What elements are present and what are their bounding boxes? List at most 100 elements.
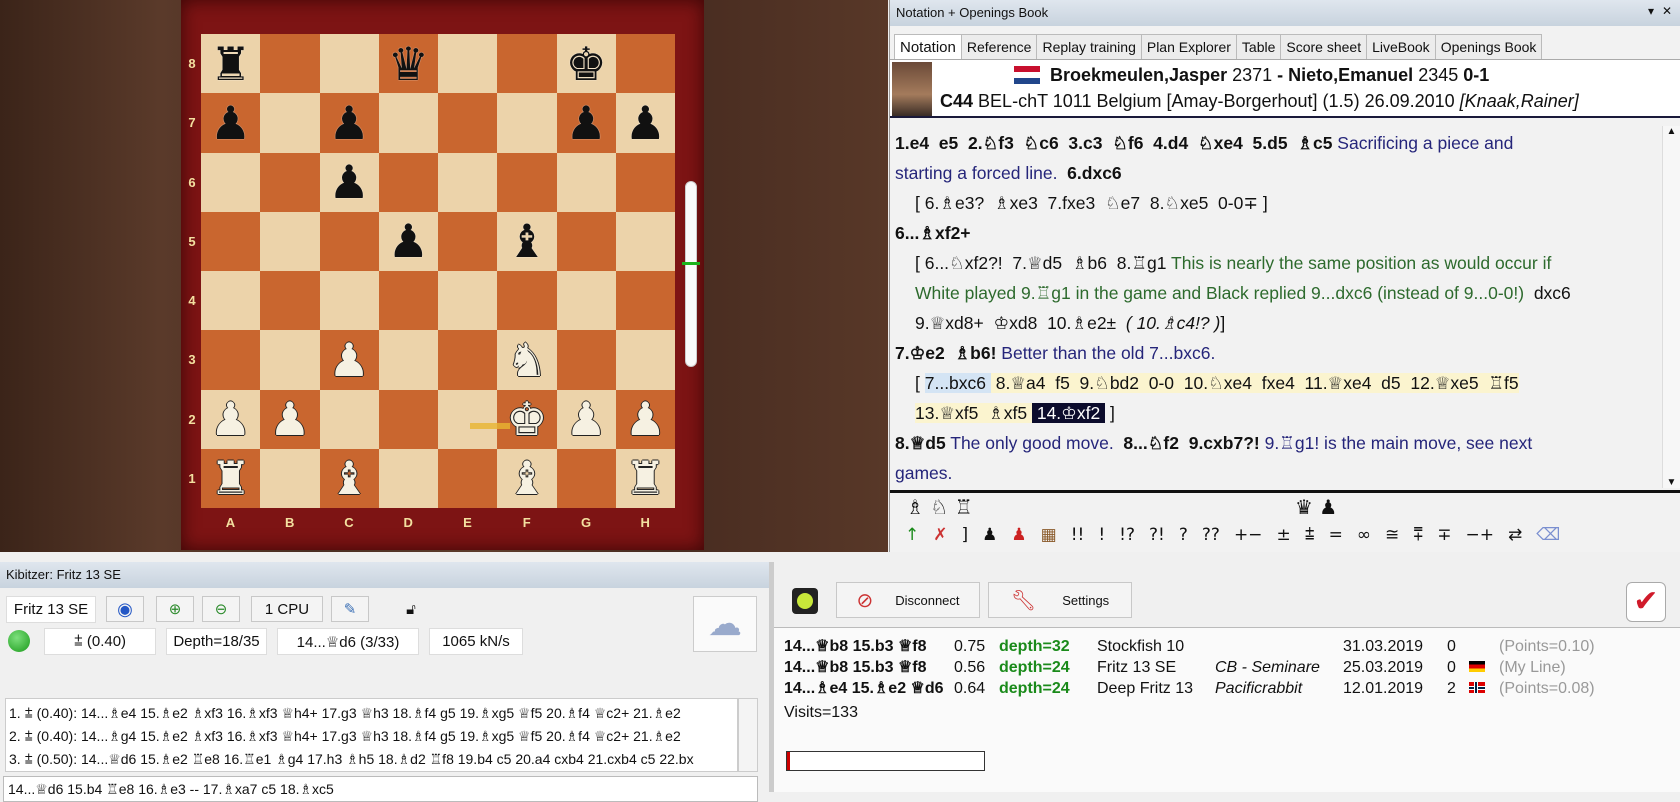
remove-line-icon[interactable]: ⊖ [202, 596, 240, 622]
square-g4[interactable] [556, 271, 616, 331]
cpu-button[interactable]: 1 CPU [251, 596, 323, 622]
move-text[interactable]: 7.♔e2 ♗b6! [895, 343, 996, 363]
black-pawn-piece[interactable]: ♟ [210, 100, 251, 146]
livebook-row[interactable]: 14...♕b8 15.b3 ♕f8 0.56 depth=24 Fritz 13 S… [784, 657, 1639, 678]
annotation-symbol-button[interactable]: +− [1227, 522, 1270, 548]
comment[interactable]: This is nearly the same position as woul… [1167, 253, 1551, 273]
close-icon[interactable]: ✕ [1662, 4, 1672, 18]
move-text[interactable]: 1.e4 e5 2.♘f3 ♘c6 3.c3 ♘f6 4.d4 ♘xe4 5.d… [895, 133, 1332, 153]
black-pawn-piece[interactable]: ♟ [329, 100, 370, 146]
square-h7[interactable]: ♟ [615, 93, 675, 153]
comment[interactable]: games. [895, 463, 952, 483]
square-a7[interactable]: ♟ [201, 93, 261, 153]
cut-line-icon[interactable]: ] [955, 522, 976, 548]
white-rook-piece[interactable]: ♜ [625, 455, 666, 501]
livebook-row[interactable]: 14...♕b8 15.b3 ♕f8 0.75 depth=32 Stockfish … [784, 636, 1639, 657]
square-e3[interactable] [438, 330, 498, 390]
white-pawn-piece[interactable]: ♟ [329, 337, 370, 383]
annotation-symbol-button[interactable]: ⇄ [1501, 522, 1529, 548]
notation-scrollbar[interactable]: ▲ ▼ [1662, 126, 1680, 488]
comment[interactable]: The only good move. [946, 433, 1119, 453]
unlock-icon[interactable]: 🔓︎ [397, 596, 425, 622]
notation-text[interactable]: 1.e4 e5 2.♘f3 ♘c6 3.c3 ♘f6 4.d4 ♘xe4 5.d… [890, 126, 1662, 488]
square-a8[interactable]: ♜ [201, 34, 261, 94]
annotation-symbol-button[interactable]: ?? [1195, 522, 1227, 548]
square-g5[interactable] [556, 211, 616, 271]
white-bishop-piece[interactable]: ♝ [506, 455, 547, 501]
square-c8[interactable] [319, 34, 379, 94]
square-e5[interactable] [438, 211, 498, 271]
annotation-symbol-button[interactable]: ?! [1142, 522, 1172, 548]
cloud-icon[interactable]: ☁ [693, 596, 757, 652]
chess-board[interactable]: ♜ ♛ ♚ ♟ ♟ ♟ ♟ ♟ ♟ ♝ ♟ ♞ ♟ ♟ ♚ ♟ ♟ ♜ ♝ ♝ ♜ [201, 34, 675, 508]
square-c4[interactable] [319, 271, 379, 331]
white-pawn-piece[interactable]: ♟ [269, 396, 310, 442]
square-h5[interactable] [615, 211, 675, 271]
square-f2[interactable]: ♚ [497, 389, 557, 449]
square-d5[interactable]: ♟ [378, 211, 438, 271]
move-text[interactable]: ] [1220, 313, 1225, 333]
square-g2[interactable]: ♟ [556, 389, 616, 449]
tab-table[interactable]: Table [1235, 34, 1282, 59]
square-a4[interactable] [201, 271, 261, 331]
square-b2[interactable]: ♟ [260, 389, 320, 449]
square-g6[interactable] [556, 152, 616, 212]
white-pawn-piece[interactable]: ♟ [566, 396, 607, 442]
annotation-symbol-button[interactable]: = [1322, 522, 1350, 548]
annotation-symbol-button[interactable]: ∓ [1430, 522, 1458, 548]
square-f3[interactable]: ♞ [497, 330, 557, 390]
eval-bar[interactable] [685, 181, 697, 367]
current-move[interactable]: 14.♔xf2 [1031, 403, 1106, 423]
engine-name[interactable]: Fritz 13 SE [6, 596, 96, 623]
edit-icon[interactable]: ✎ [331, 596, 369, 622]
stop-icon[interactable]: ◉ [106, 596, 144, 622]
annotation-symbol-button[interactable]: ∞ [1350, 522, 1378, 548]
eraser-icon[interactable]: ⌫ [1529, 522, 1567, 548]
tab-openings-book[interactable]: Openings Book [1434, 34, 1543, 59]
annotation-symbol-button[interactable]: !! [1064, 522, 1092, 548]
square-h2[interactable]: ♟ [615, 389, 675, 449]
white-king-piece[interactable]: ♚ [506, 396, 547, 442]
square-a3[interactable] [201, 330, 261, 390]
livebook-row[interactable]: 14...♗e4 15.♗e2 ♕d6 0.64 depth=24 Deep Frit… [784, 678, 1639, 699]
white-pawn-piece[interactable]: ♟ [210, 396, 251, 442]
move-text[interactable]: ] [1105, 403, 1115, 423]
square-g1[interactable] [556, 448, 616, 508]
move-text[interactable]: 6.dxc6 [1057, 163, 1122, 183]
square-h8[interactable] [615, 34, 675, 94]
annotation-symbol-button[interactable]: ± [1269, 522, 1297, 548]
pawn-down-icon[interactable]: ♟ [1004, 522, 1033, 548]
square-b7[interactable] [260, 93, 320, 153]
black-pawn-piece[interactable]: ♟ [625, 100, 666, 146]
square-d6[interactable] [378, 152, 438, 212]
board-diagram-icon[interactable]: ▦ [1034, 522, 1064, 548]
black-rook-piece[interactable]: ♜ [210, 41, 251, 87]
white-knight-piece[interactable]: ♞ [506, 337, 547, 383]
annotation-symbol-button[interactable]: ⩲ [1298, 522, 1322, 548]
black-pawn-piece[interactable]: ♟ [388, 218, 429, 264]
tab-reference[interactable]: Reference [960, 34, 1038, 59]
move-text[interactable]: 13.♕xf5 ♗xf5 [915, 403, 1032, 423]
scroll-up-icon[interactable]: ▲ [1663, 126, 1680, 137]
scroll-down-icon[interactable]: ▼ [1663, 477, 1680, 488]
square-f7[interactable] [497, 93, 557, 153]
white-pawn-piece[interactable]: ♟ [625, 396, 666, 442]
square-a5[interactable] [201, 211, 261, 271]
square-c5[interactable] [319, 211, 379, 271]
move-text[interactable]: 9.♕xd8+ ♔xd8 10.♗e2± [915, 313, 1116, 333]
move-text[interactable]: 8.♕d5 [895, 433, 946, 453]
comment[interactable]: 9.♖g1! is the main move, see next [1260, 433, 1533, 453]
tab-score-sheet[interactable]: Score sheet [1280, 34, 1368, 59]
square-b6[interactable] [260, 152, 320, 212]
square-h3[interactable] [615, 330, 675, 390]
move-text[interactable]: 8.♕a4 f5 9.♘bd2 0-0 10.♘xe4 fxe4 11.♕xe4… [990, 373, 1519, 393]
square-b5[interactable] [260, 211, 320, 271]
comment[interactable]: Sacrificing a piece and [1332, 133, 1513, 153]
black-bishop-piece[interactable]: ♝ [506, 218, 547, 264]
annotation-symbol-button[interactable]: −+ [1458, 522, 1501, 548]
square-d2[interactable] [378, 389, 438, 449]
square-d3[interactable] [378, 330, 438, 390]
square-e6[interactable] [438, 152, 498, 212]
analysis-line[interactable]: 14...♕d6 15.b4 ♖e8 16.♗e3 -- 17.♗xa7 c5 … [3, 776, 758, 802]
square-e1[interactable] [438, 448, 498, 508]
